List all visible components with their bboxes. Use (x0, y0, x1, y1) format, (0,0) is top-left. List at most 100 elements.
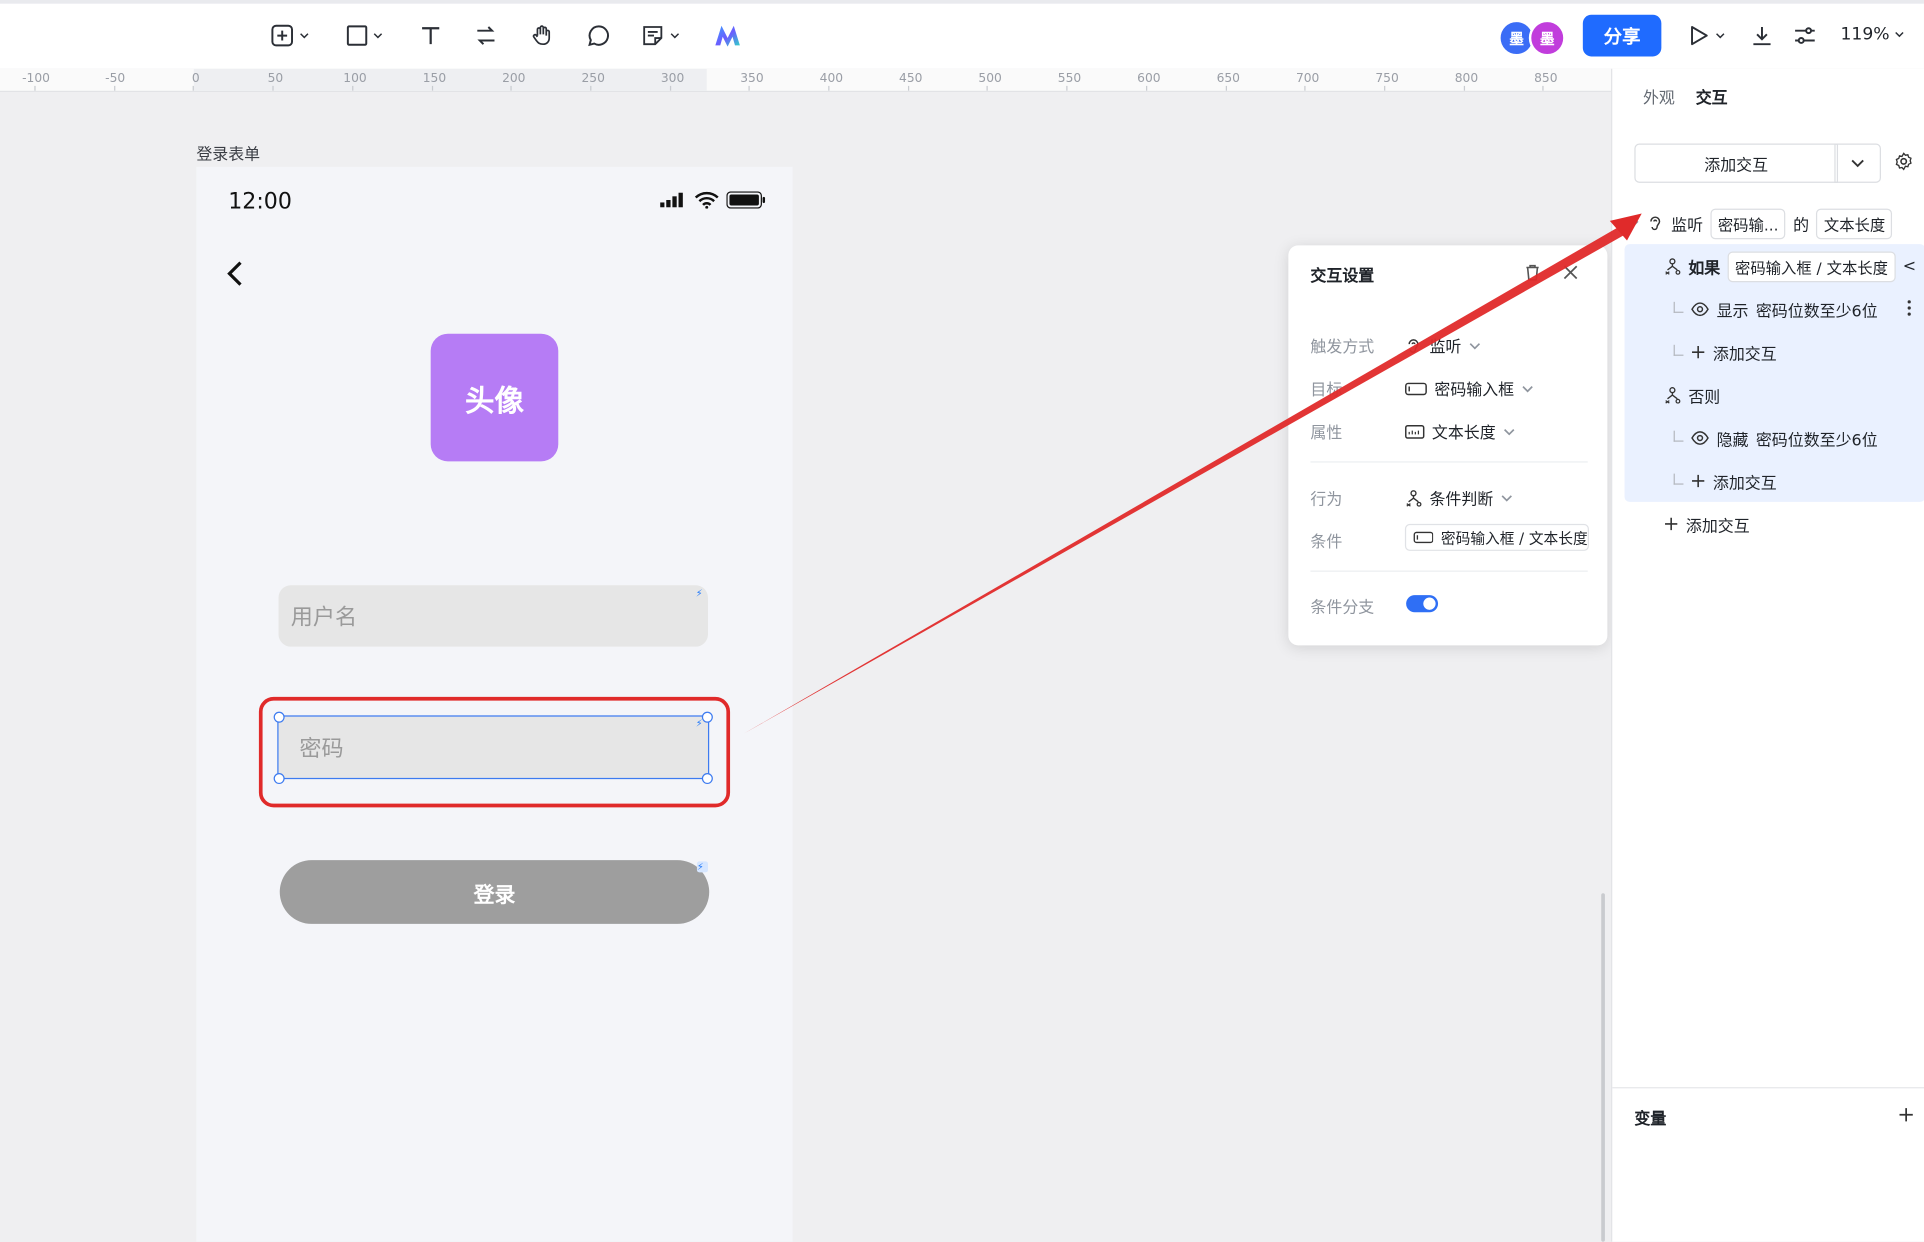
back-arrow-icon[interactable] (226, 260, 246, 292)
add-interaction-outer[interactable]: 添加交互 (1664, 503, 1750, 545)
condition-field[interactable]: 密码输入框 / 文本长度 (1404, 523, 1589, 551)
popup-title: 交互设置 (1310, 267, 1375, 286)
play-icon (1691, 26, 1708, 46)
top-border (0, 0, 1924, 4)
chevron-down-icon (300, 33, 309, 39)
ruler-tick-label: 500 (978, 72, 1002, 86)
add-interaction-inner-2[interactable]: 添加交互 (1691, 460, 1777, 502)
branch-label: 条件分支 (1310, 598, 1375, 618)
share-button[interactable]: 分享 (1582, 14, 1662, 57)
listen-property-pill[interactable]: 文本长度 (1816, 207, 1893, 239)
ruler-tick-mark (1304, 85, 1306, 91)
comment-tool[interactable] (587, 21, 612, 50)
condition-branch-icon (1406, 489, 1422, 507)
ruler-tick-label: 650 (1216, 72, 1240, 86)
show-action-target: 密码位数至少6位 (1755, 302, 1878, 321)
interaction-settings-popup: 交互设置 触发方式 监听 目标 密码输入框 属性 文本长度 行为 条件判断 条件… (1288, 245, 1608, 646)
tree-guide (1673, 344, 1684, 356)
property-value: 文本长度 (1431, 424, 1496, 443)
note-icon (643, 26, 663, 46)
ruler-tick-label: -100 (22, 72, 50, 86)
more-vertical-icon[interactable] (1907, 299, 1912, 316)
ruler-tick-mark (748, 85, 751, 91)
settings-tool[interactable] (1793, 21, 1818, 50)
avatar-placeholder[interactable]: 头像 (430, 333, 559, 462)
download-tool[interactable] (1750, 21, 1775, 50)
ear-icon (1408, 338, 1419, 353)
show-action-label: 显示 (1716, 302, 1749, 321)
ruler-tick-mark (828, 85, 830, 91)
ruler-tick-label: 850 (1534, 72, 1558, 86)
ruler-tick-mark (1145, 85, 1147, 91)
delete-icon[interactable] (1524, 264, 1541, 281)
settings-gear-icon[interactable] (1894, 152, 1912, 171)
property-select[interactable]: 文本长度 (1405, 420, 1515, 443)
preview-tool[interactable] (1686, 21, 1725, 50)
collaborator-avatar[interactable]: 墨 (1528, 19, 1566, 57)
top-toolbar: 墨 墨 分享 119% (0, 0, 1924, 70)
chevron-down-icon (1895, 31, 1905, 38)
tab-appearance[interactable]: 外观 (1643, 85, 1675, 108)
login-button[interactable]: 登录 (279, 860, 710, 924)
ruler-tick-mark (351, 85, 354, 91)
ai-tool[interactable] (713, 21, 742, 50)
if-row[interactable]: 如果 密码输入框 / 文本长度 < (1664, 245, 1916, 287)
lightning-icon: ⚡ (696, 861, 708, 873)
property-label: 属性 (1310, 424, 1343, 443)
ruler-tick-label: 300 (660, 72, 685, 86)
username-input[interactable]: 用户名 (278, 585, 708, 647)
ruler-tick-label: 250 (581, 72, 605, 86)
behavior-label: 行为 (1310, 490, 1343, 510)
target-select[interactable]: 密码输入框 (1405, 377, 1534, 400)
chevron-down-icon (1716, 33, 1725, 39)
insert-icon (271, 24, 294, 47)
trigger-value: 监听 (1429, 338, 1462, 358)
add-interaction-button[interactable]: 添加交互 (1634, 143, 1839, 183)
lightning-icon: ⚡ (695, 587, 703, 599)
eye-icon (1691, 302, 1709, 317)
tree-guide (1673, 301, 1684, 313)
else-label: 否则 (1688, 388, 1721, 407)
signal-icon (660, 192, 683, 208)
add-interaction-inner-1[interactable]: 添加交互 (1691, 331, 1777, 373)
rectangle-tool[interactable] (346, 21, 383, 50)
eye-icon (1691, 431, 1709, 445)
text-tool[interactable] (418, 21, 443, 50)
connector-icon (477, 26, 495, 45)
note-tool[interactable] (640, 21, 680, 50)
hand-tool[interactable] (530, 21, 555, 50)
frame-label[interactable]: 登录表单 (196, 141, 260, 164)
add-variable-icon[interactable] (1898, 1107, 1914, 1123)
if-condition-pill[interactable]: 密码输入框 / 文本长度 (1727, 250, 1896, 282)
listen-target-pill[interactable]: 密码输... (1710, 207, 1786, 239)
canvas-scrollbar[interactable] (1601, 893, 1605, 1242)
wifi-icon (694, 191, 719, 209)
tab-interaction[interactable]: 交互 (1696, 85, 1728, 108)
text-icon (422, 27, 440, 45)
add-outer-label: 添加交互 (1685, 517, 1750, 536)
close-icon[interactable] (1562, 264, 1579, 281)
hide-action-row[interactable]: 隐藏 密码位数至少6位 (1691, 417, 1878, 459)
branch-toggle[interactable] (1406, 595, 1439, 613)
ruler-tick-label: 400 (819, 72, 844, 86)
ruler-tick-mark (669, 85, 671, 91)
zoom-level[interactable]: 119% (1841, 25, 1905, 44)
condition-branch-icon (1665, 387, 1681, 404)
connector-tool[interactable] (474, 21, 499, 50)
behavior-select[interactable]: 条件判断 (1405, 486, 1513, 509)
ruler-tick-mark (193, 85, 195, 91)
if-label: 如果 (1688, 259, 1721, 278)
listen-row[interactable]: 监听 密码输... 的 文本长度 (1629, 202, 1893, 244)
battery-icon (726, 191, 766, 209)
insert-tool[interactable] (270, 21, 309, 50)
ruler-tick-mark (510, 85, 512, 91)
ruler-tick-label: 600 (1137, 72, 1161, 86)
ruler-tick-label: 700 (1295, 72, 1320, 86)
trigger-select[interactable]: 监听 (1405, 334, 1481, 357)
else-row[interactable]: 否则 (1664, 374, 1720, 416)
download-icon (1753, 26, 1771, 46)
if-condition-operator: < (1902, 257, 1917, 276)
add-interaction-dropdown[interactable] (1834, 143, 1881, 183)
condition-label: 条件 (1310, 533, 1343, 553)
show-action-row[interactable]: 显示 密码位数至少6位 (1691, 288, 1878, 330)
